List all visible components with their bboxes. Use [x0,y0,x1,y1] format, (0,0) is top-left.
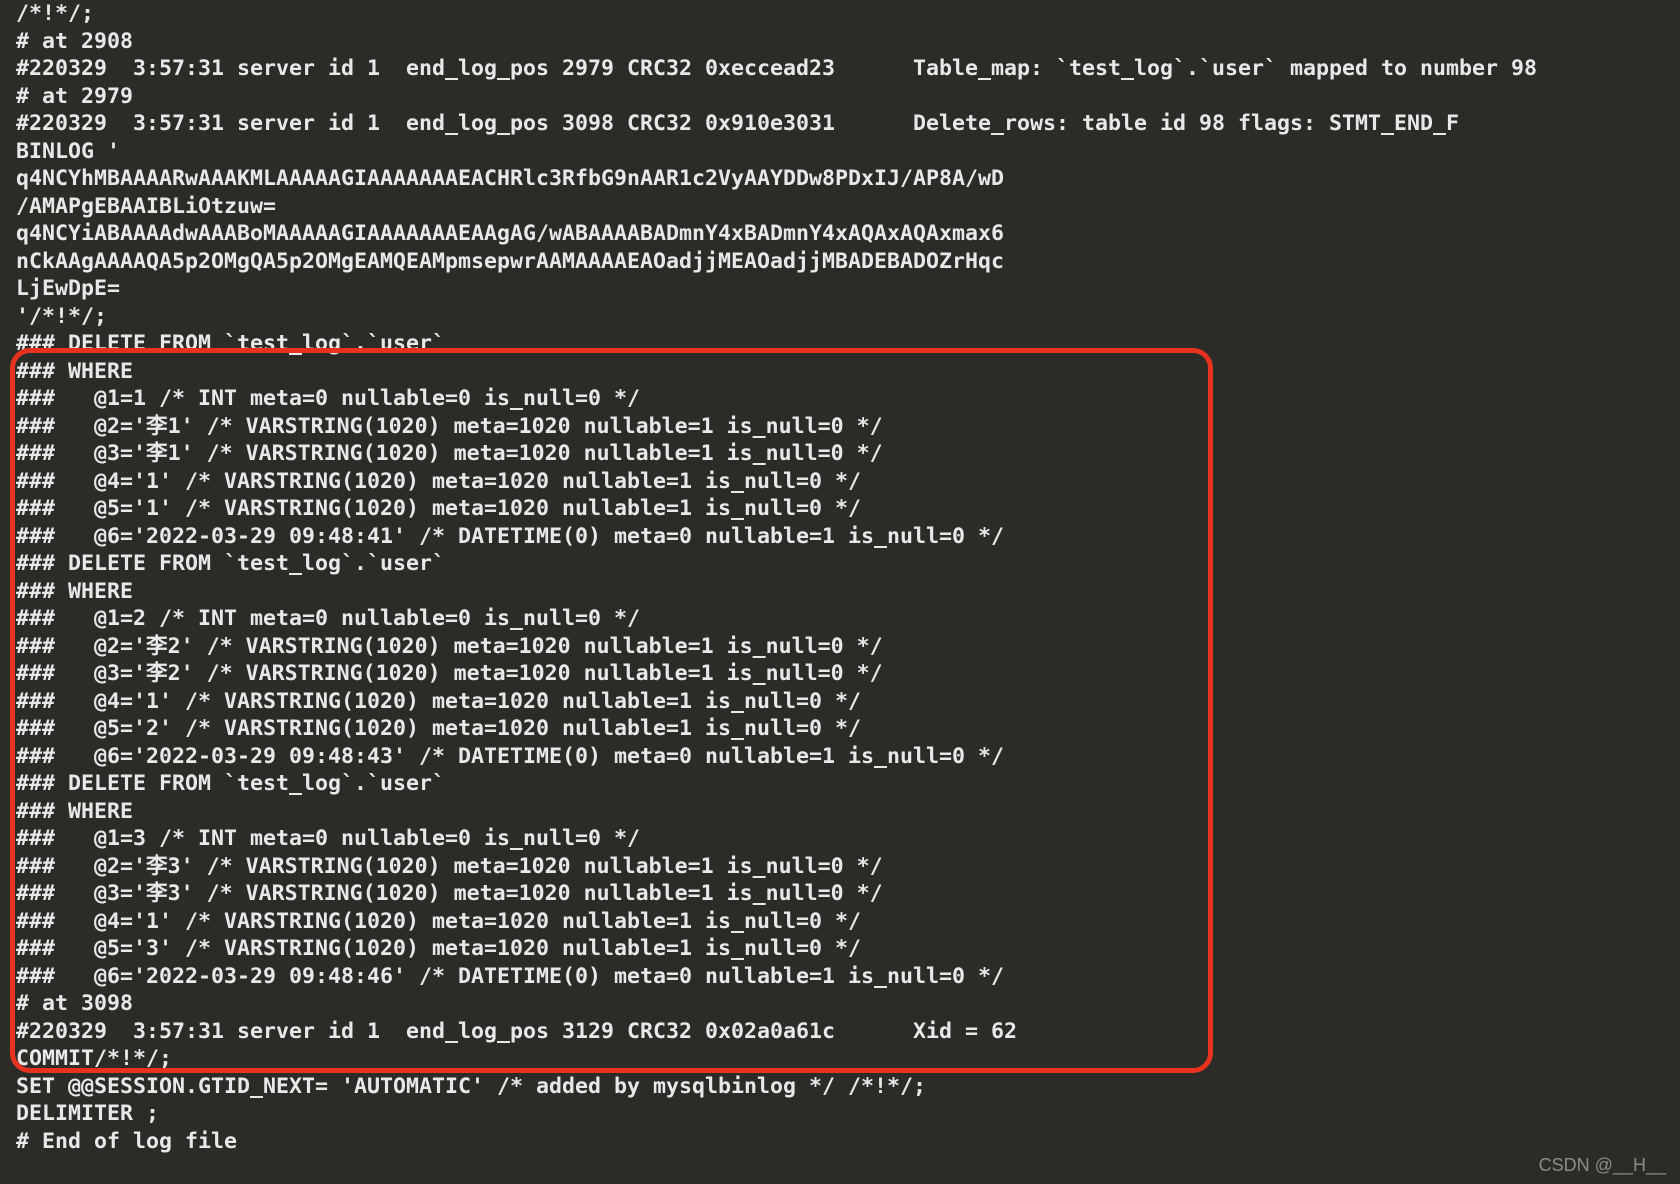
terminal-line: ### WHERE [16,798,1680,826]
terminal-line: ### @2='李3' /* VARSTRING(1020) meta=1020… [16,853,1680,881]
terminal-line: ### @4='1' /* VARSTRING(1020) meta=1020 … [16,908,1680,936]
terminal-line: ### WHERE [16,358,1680,386]
terminal-line: SET @@SESSION.GTID_NEXT= 'AUTOMATIC' /* … [16,1073,1680,1101]
terminal-line: ### @2='李1' /* VARSTRING(1020) meta=1020… [16,413,1680,441]
terminal-line: ### @3='李3' /* VARSTRING(1020) meta=1020… [16,880,1680,908]
terminal-line: #220329 3:57:31 server id 1 end_log_pos … [16,110,1680,138]
terminal-line: BINLOG ' [16,138,1680,166]
terminal-line: DELIMITER ; [16,1100,1680,1128]
terminal-line: #220329 3:57:31 server id 1 end_log_pos … [16,1018,1680,1046]
terminal-line: COMMIT/*!*/; [16,1045,1680,1073]
terminal-line: nCkAAgAAAAQA5p2OMgQA5p2OMgEAMQEAMpmsepwr… [16,248,1680,276]
terminal-line: ### @4='1' /* VARSTRING(1020) meta=1020 … [16,688,1680,716]
watermark: CSDN @__H__ [1539,1155,1666,1176]
terminal-line: ### @4='1' /* VARSTRING(1020) meta=1020 … [16,468,1680,496]
terminal-line: ### @3='李1' /* VARSTRING(1020) meta=1020… [16,440,1680,468]
terminal-line: ### DELETE FROM `test_log`.`user` [16,770,1680,798]
terminal-line: ### DELETE FROM `test_log`.`user` [16,550,1680,578]
terminal-line: '/*!*/; [16,303,1680,331]
terminal-line: # at 3098 [16,990,1680,1018]
terminal-line: ### @5='1' /* VARSTRING(1020) meta=1020 … [16,495,1680,523]
terminal-line: ### @5='2' /* VARSTRING(1020) meta=1020 … [16,715,1680,743]
terminal-line: ### @3='李2' /* VARSTRING(1020) meta=1020… [16,660,1680,688]
terminal-line: ### DELETE FROM `test_log`.`user` [16,330,1680,358]
terminal-line: ### @1=1 /* INT meta=0 nullable=0 is_nul… [16,385,1680,413]
terminal-line: ### WHERE [16,578,1680,606]
terminal-line: # End of log file [16,1128,1680,1156]
terminal-line: ### @2='李2' /* VARSTRING(1020) meta=1020… [16,633,1680,661]
terminal-line: ### @6='2022-03-29 09:48:46' /* DATETIME… [16,963,1680,991]
terminal-line: LjEwDpE= [16,275,1680,303]
terminal-line: ### @6='2022-03-29 09:48:43' /* DATETIME… [16,743,1680,771]
terminal-line: ### @1=2 /* INT meta=0 nullable=0 is_nul… [16,605,1680,633]
terminal-line: /AMAPgEBAAIBLiOtzuw= [16,193,1680,221]
terminal-line: q4NCYiABAAAAdwAAABoMAAAAAGIAAAAAAAEAAgAG… [16,220,1680,248]
terminal-line: /*!*/; [16,0,1680,28]
terminal-line: ### @5='3' /* VARSTRING(1020) meta=1020 … [16,935,1680,963]
terminal-line: # at 2908 [16,28,1680,56]
terminal-line: #220329 3:57:31 server id 1 end_log_pos … [16,55,1680,83]
terminal-line: ### @1=3 /* INT meta=0 nullable=0 is_nul… [16,825,1680,853]
terminal-line: q4NCYhMBAAAARwAAAKMLAAAAAGIAAAAAAAEACHRl… [16,165,1680,193]
terminal-line: # at 2979 [16,83,1680,111]
terminal-line: ### @6='2022-03-29 09:48:41' /* DATETIME… [16,523,1680,551]
terminal-output: /*!*/;# at 2908#220329 3:57:31 server id… [0,0,1680,1155]
